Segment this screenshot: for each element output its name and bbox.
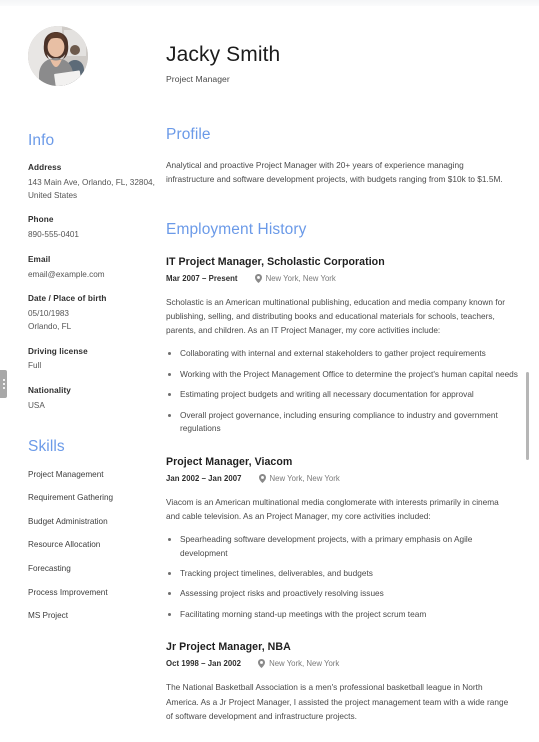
job-dates: Oct 1998 – Jan 2002 [166, 659, 242, 669]
job-meta: Oct 1998 – Jan 2002 New York, New York [166, 659, 521, 669]
skill-item: Project Management [28, 469, 104, 479]
info-value: email@example.com [28, 269, 105, 279]
skill-item: Budget Administration [28, 516, 108, 526]
job-location-label: New York, New York [269, 659, 340, 669]
job-meta: Mar 2007 – Present New York, New York [166, 273, 521, 283]
skill-item: Forecasting [28, 563, 71, 573]
info-value: USA [28, 400, 45, 410]
resume-main: Jacky Smith Project Manager Profile Anal… [158, 22, 521, 742]
map-pin-icon [258, 659, 266, 669]
job-meta: Jan 2002 – Jan 2007 New York, New York [166, 473, 521, 483]
job-location: New York, New York [254, 273, 336, 283]
page-title: Jacky Smith [166, 43, 281, 66]
skill-item: Resource Allocation [28, 540, 101, 550]
job-role: Project Manager, Viacom [166, 455, 293, 468]
drag-handle-icon[interactable] [0, 370, 7, 398]
job-bullet: Estimating project budgets and writing a… [166, 388, 518, 401]
employment-entry: Jr Project Manager, NBA Oct 1998 – Jan 2… [166, 641, 521, 723]
employment-entry: Project Manager, Viacom Jan 2002 – Jan 2… [166, 456, 521, 622]
map-pin-icon [258, 473, 266, 483]
info-label: Driving license [28, 346, 88, 356]
job-role: Jr Project Manager, NBA [166, 641, 291, 654]
resume-page: Info Address 143 Main Ave, Orlando, FL, … [0, 0, 539, 742]
vertical-scrollbar[interactable] [526, 0, 534, 742]
job-bullet: Working with the Project Management Offi… [166, 368, 518, 381]
info-item-driving-license: Driving license Full [28, 347, 158, 374]
job-role: IT Project Manager, Scholastic Corporati… [166, 255, 385, 268]
job-bullets: Collaborating with internal and external… [166, 347, 521, 435]
job-location: New York, New York [258, 473, 340, 483]
info-value: 143 Main Ave, Orlando, FL, 32804, United… [28, 177, 155, 200]
job-dates: Jan 2002 – Jan 2007 [166, 473, 242, 483]
info-item-birth: Date / Place of birth 05/10/1983 Orlando… [28, 294, 158, 333]
profile-text: Analytical and proactive Project Manager… [166, 160, 503, 185]
skill-item: MS Project [28, 611, 69, 621]
job-bullet: Overall project governance, including en… [166, 409, 518, 436]
sidebar-heading-skills: Skills [28, 437, 65, 455]
job-location-label: New York, New York [269, 473, 340, 483]
info-value: 890-555-0401 [28, 230, 79, 240]
info-item-phone: Phone 890-555-0401 [28, 215, 158, 242]
skills-section: Skills Project Management Requirement Ga… [28, 438, 158, 621]
job-location: New York, New York [258, 659, 340, 669]
employment-entry: IT Project Manager, Scholastic Corporati… [166, 256, 521, 436]
map-pin-icon [254, 273, 262, 283]
info-label: Date / Place of birth [28, 294, 107, 304]
resume-sidebar: Info Address 143 Main Ave, Orlando, FL, … [0, 22, 158, 742]
skill-item: Process Improvement [28, 587, 108, 597]
avatar [28, 26, 88, 86]
job-bullet: Tracking project timelines, deliverables… [166, 567, 518, 580]
info-item-email: Email email@example.com [28, 255, 158, 282]
info-value: Full [28, 361, 42, 371]
skill-item: Requirement Gathering [28, 493, 114, 503]
job-bullet: Assessing project risks and proactively … [166, 587, 518, 600]
section-heading-profile: Profile [166, 126, 211, 144]
job-description: Scholastic is an American multinational … [166, 296, 505, 336]
info-item-nationality: Nationality USA [28, 386, 158, 413]
info-label: Email [28, 254, 51, 264]
sidebar-heading-info: Info [28, 132, 55, 149]
job-description: Viacom is an American multinational medi… [166, 496, 499, 521]
header-subtitle: Project Manager [166, 74, 230, 85]
section-heading-employment: Employment History [166, 220, 307, 238]
info-label: Nationality [28, 386, 71, 396]
info-value: 05/10/1983 Orlando, FL [28, 309, 72, 331]
job-dates: Mar 2007 – Present [166, 273, 238, 283]
job-bullet: Collaborating with internal and external… [166, 347, 518, 360]
info-item-address: Address 143 Main Ave, Orlando, FL, 32804… [28, 163, 158, 202]
scrollbar-thumb[interactable] [526, 372, 529, 460]
job-bullet: Spearheading software development projec… [166, 533, 518, 560]
job-bullet: Facilitating morning stand-up meetings w… [166, 608, 518, 621]
job-location-label: New York, New York [265, 273, 336, 283]
resume-document: Info Address 143 Main Ave, Orlando, FL, … [0, 0, 539, 742]
info-label: Address [28, 163, 62, 172]
job-description: The National Basketball Association is a… [166, 682, 509, 721]
job-bullets: Spearheading software development projec… [166, 533, 521, 621]
info-label: Phone [28, 215, 54, 225]
